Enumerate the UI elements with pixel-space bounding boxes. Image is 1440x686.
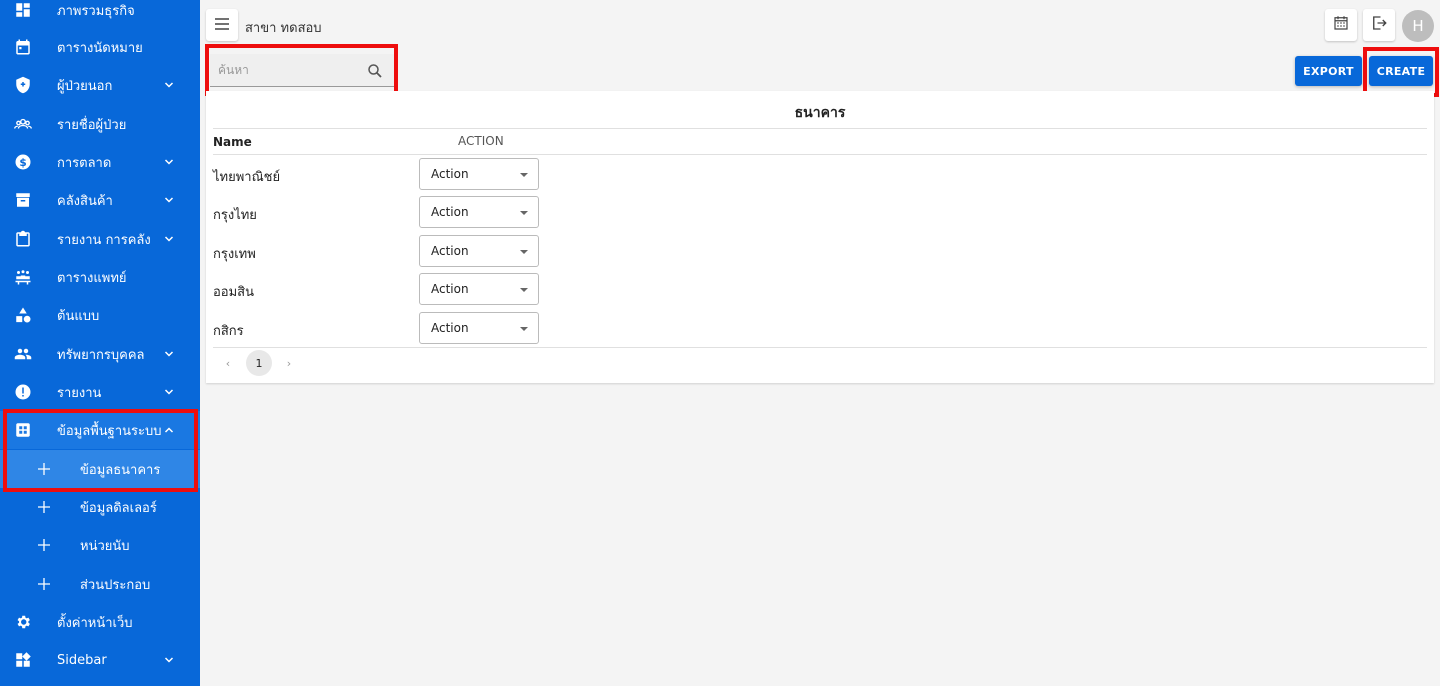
hamburger-icon [214, 16, 230, 35]
table-title: ธนาคาร [794, 105, 846, 121]
sidebar-subitem-units[interactable]: หน่วยนับ [0, 526, 200, 564]
create-button[interactable]: CREATE [1369, 56, 1433, 86]
pagination-page-1[interactable]: 1 [246, 350, 272, 376]
shield-icon [13, 75, 33, 95]
dropdown-caret-icon [520, 211, 528, 215]
dashboard-icon [13, 0, 33, 20]
sidebar-item-marketing[interactable]: $ การตลาด [0, 143, 200, 181]
column-header-action: ACTION [458, 134, 504, 148]
divider [213, 128, 1427, 129]
chevron-down-icon [161, 231, 177, 247]
archive-icon [13, 190, 33, 210]
search-icon[interactable] [366, 62, 384, 80]
table-row: กสิกร Action [206, 309, 1434, 347]
calendar-button[interactable] [1325, 9, 1357, 41]
sidebar-item-inventory[interactable]: คลังสินค้า [0, 181, 200, 219]
sidebar-item-report[interactable]: รายงาน [0, 373, 200, 411]
gear-icon [13, 612, 33, 632]
bank-name: ไทยพาณิชย์ [213, 170, 281, 185]
export-button[interactable]: EXPORT [1295, 56, 1362, 86]
sidebar-subitem-bank-data[interactable]: ข้อมูลธนาคาร [0, 450, 200, 488]
chevron-down-icon [161, 384, 177, 400]
pagination-next[interactable]: › [281, 350, 297, 376]
logout-button[interactable] [1363, 9, 1395, 41]
chevron-down-icon [161, 77, 177, 93]
sidebar-item-outpatient[interactable]: ผู้ป่วยนอก [0, 66, 200, 104]
dropdown-caret-icon [520, 327, 528, 331]
sidebar-item-doctor-schedule[interactable]: ตารางแพทย์ [0, 258, 200, 296]
action-dropdown[interactable]: Action [419, 312, 539, 344]
sidebar-subitem-components[interactable]: ส่วนประกอบ [0, 565, 200, 603]
calendar-icon [13, 37, 33, 57]
table-row: กรุงไทย Action [206, 193, 1434, 231]
divider [213, 347, 1427, 348]
logout-icon [1370, 14, 1388, 36]
pagination-prev[interactable]: ‹ [220, 350, 236, 376]
chevron-down-icon [161, 192, 177, 208]
sidebar-item-web-settings[interactable]: ตั้งค่าหน้าเว็บ [0, 603, 200, 641]
sidebar-subitem-dealer-data[interactable]: ข้อมูลดิลเลอร์ [0, 488, 200, 526]
dropdown-caret-icon [520, 288, 528, 292]
bank-table-card: ธนาคาร Name ACTION ไทยพาณิชย์ Action กรุ… [206, 91, 1434, 383]
plus-icon [37, 538, 51, 552]
avatar[interactable]: H [1402, 10, 1434, 42]
widgets-icon [13, 650, 33, 670]
bank-name: กรุงไทย [213, 208, 257, 223]
branch-name: สาขา ทดสอบ [245, 21, 322, 36]
chevron-down-icon [161, 346, 177, 362]
alert-icon [13, 382, 33, 402]
search-box [210, 54, 394, 87]
bank-name: กรุงเทพ [213, 247, 256, 262]
sidebar-item-business-overview[interactable]: ภาพรวมธุรกิจ [0, 0, 200, 29]
table-row: กรุงเทพ Action [206, 232, 1434, 270]
sidebar-item-patient-list[interactable]: รายชื่อผู้ป่วย [0, 105, 200, 143]
sidebar-item-sidebar[interactable]: Sidebar [0, 641, 200, 679]
grid-icon [13, 420, 33, 440]
action-dropdown[interactable]: Action [419, 273, 539, 305]
calendar-icon [1332, 14, 1350, 36]
table-row: ออมสิน Action [206, 270, 1434, 308]
clipboard-icon [13, 229, 33, 249]
sidebar-item-master-data[interactable]: ข้อมูลพื้นฐานระบบ [0, 411, 200, 449]
svg-text:$: $ [19, 157, 26, 169]
doctors-icon [13, 267, 33, 287]
action-dropdown[interactable]: Action [419, 158, 539, 190]
column-header-name: Name [213, 135, 252, 149]
action-dropdown[interactable]: Action [419, 235, 539, 267]
shapes-icon [13, 305, 33, 325]
chevron-down-icon [161, 154, 177, 170]
chevron-up-icon [161, 422, 177, 438]
dropdown-caret-icon [520, 250, 528, 254]
sidebar: ภาพรวมธุรกิจ ตารางนัดหมาย ผู้ป่วยนอก ราย… [0, 0, 200, 686]
bank-name: ออมสิน [213, 285, 255, 300]
menu-toggle-button[interactable] [206, 9, 238, 41]
sidebar-item-prototype[interactable]: ต้นแบบ [0, 296, 200, 334]
chevron-down-icon [161, 652, 177, 668]
search-input[interactable] [210, 63, 360, 77]
patients-icon [13, 114, 33, 134]
sidebar-item-finance-report[interactable]: รายงาน การคลัง [0, 220, 200, 258]
plus-icon [37, 577, 51, 591]
plus-icon [37, 462, 51, 476]
plus-icon [37, 500, 51, 514]
dollar-icon: $ [13, 152, 33, 172]
sidebar-item-hr[interactable]: ทรัพยากรบุคคล [0, 335, 200, 373]
sidebar-item-appointments[interactable]: ตารางนัดหมาย [0, 28, 200, 66]
dropdown-caret-icon [520, 173, 528, 177]
action-dropdown[interactable]: Action [419, 196, 539, 228]
people-icon [13, 344, 33, 364]
table-row: ไทยพาณิชย์ Action [206, 155, 1434, 193]
bank-name: กสิกร [213, 324, 244, 339]
